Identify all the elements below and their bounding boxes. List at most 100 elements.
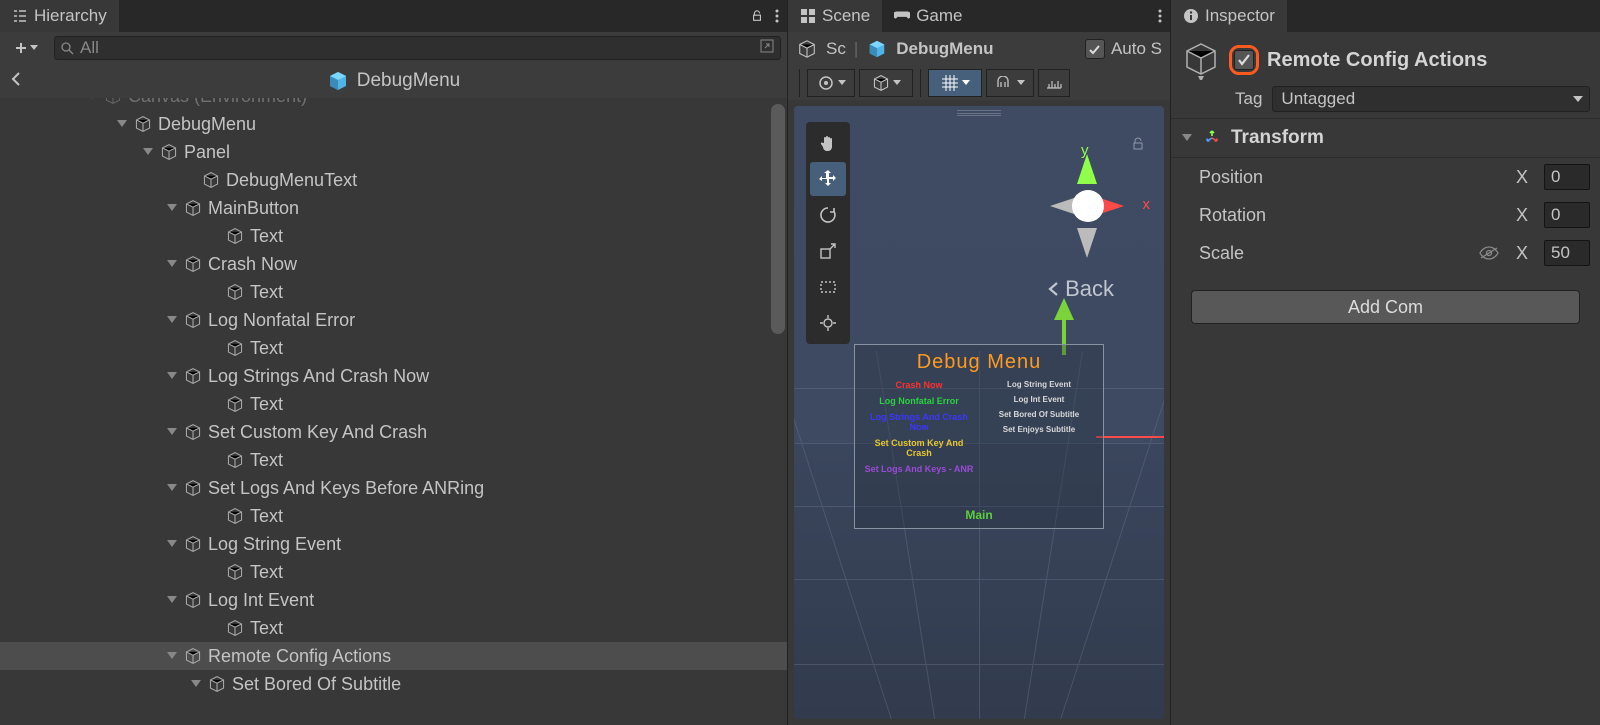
tree-item[interactable]: Text [0,446,787,474]
scene-tab[interactable]: Scene [788,0,882,32]
kebab-icon[interactable] [767,9,787,23]
kebab-icon[interactable] [1150,9,1170,23]
tree-item[interactable]: Text [0,278,787,306]
chevron-down-icon[interactable] [116,120,128,128]
property-label: Position [1199,167,1359,188]
tree-item-label: Canvas (Environment) [128,98,307,107]
drag-handle-icon[interactable] [957,110,1001,116]
link-scale-icon[interactable] [1478,246,1500,260]
hand-tool[interactable] [810,126,846,160]
chevron-down-icon[interactable] [166,428,178,436]
axis-x-label: X [1516,167,1528,188]
tree-item[interactable]: Text [0,502,787,530]
tree-item[interactable]: DebugMenuText [0,166,787,194]
tree-item[interactable]: Text [0,334,787,362]
rotate-tool[interactable] [810,198,846,232]
gameobject-icon [184,423,202,441]
property-x-input[interactable] [1544,240,1590,266]
property-x-input[interactable] [1544,164,1590,190]
inspector-tab[interactable]: Inspector [1171,0,1287,32]
gameobject-icon [184,255,202,273]
orientation-gizmo[interactable]: y x [1024,136,1144,266]
chevron-down-icon[interactable] [166,484,178,492]
chevron-down-icon[interactable] [142,148,154,156]
tree-item[interactable]: Text [0,222,787,250]
tree-item[interactable]: Text [0,390,787,418]
tree-item-label: Set Custom Key And Crash [208,422,427,443]
tree-item[interactable]: Log Int Event [0,586,787,614]
property-x-input[interactable] [1544,202,1590,228]
enabled-checkbox[interactable] [1234,50,1254,70]
tree-item[interactable]: Canvas (Environment) [0,98,787,110]
tree-item[interactable]: Crash Now [0,250,787,278]
scene-path-prefix: Sc [826,39,846,59]
chevron-down-icon [1573,96,1583,103]
chevron-down-icon[interactable] [166,316,178,324]
debug-menu-item: Log String Event [983,380,1095,389]
draw-mode-dropdown[interactable] [807,69,855,97]
tree-item[interactable]: MainButton [0,194,787,222]
breadcrumb-back-icon[interactable] [10,71,22,92]
move-gizmo-x-icon[interactable] [1096,436,1164,438]
grid-toggle-dropdown[interactable] [928,69,982,97]
transform-title: Transform [1231,127,1324,149]
tree-item[interactable]: Log Nonfatal Error [0,306,787,334]
tree-item[interactable]: Panel [0,138,787,166]
hierarchy-tree[interactable]: Canvas (Environment) DebugMenu Panel DebugM… [0,98,787,725]
chevron-down-icon[interactable] [86,98,98,100]
debug-menu-main-button: Main [855,508,1103,522]
tree-item[interactable]: Set Bored Of Subtitle [0,670,787,698]
chevron-down-icon[interactable] [166,652,178,660]
tree-item[interactable]: Log Strings And Crash Now [0,362,787,390]
property-label: Scale [1199,243,1359,264]
scrollbar[interactable] [771,98,785,725]
tag-dropdown[interactable]: Untagged [1272,86,1590,112]
auto-toggle[interactable]: Auto S [1085,39,1162,59]
scale-tool[interactable] [810,234,846,268]
add-component-label: Add Com [1348,297,1423,318]
tag-label: Tag [1235,89,1262,109]
hierarchy-tab[interactable]: Hierarchy [0,0,119,32]
tree-item[interactable]: Set Logs And Keys Before ANRing [0,474,787,502]
game-tab[interactable]: Game [882,0,974,32]
scene-toolbar [788,66,1170,100]
lock-icon[interactable] [747,9,767,23]
render-mode-dropdown[interactable] [859,69,913,97]
chevron-down-icon[interactable] [166,596,178,604]
tree-item[interactable]: Set Custom Key And Crash [0,418,787,446]
tree-item-label: Set Logs And Keys Before ANRing [208,478,484,499]
chevron-down-icon[interactable] [166,260,178,268]
tree-item[interactable]: DebugMenu [0,110,787,138]
move-tool[interactable] [810,162,846,196]
gameobject-icon [184,479,202,497]
scene-viewport[interactable]: y x Back Debug Menu Crash NowLog Nonfata… [794,106,1164,719]
chevron-down-icon[interactable] [166,204,178,212]
search-expand-icon[interactable] [760,38,774,58]
snap-dropdown[interactable] [986,69,1034,97]
gameobject-icon [104,98,122,105]
move-gizmo-y-icon[interactable] [1054,298,1074,320]
create-dropdown[interactable] [6,35,46,61]
tree-item-label: MainButton [208,198,299,219]
snap-increment-button[interactable] [1038,69,1070,97]
gameobject-icon[interactable] [1181,40,1221,80]
chevron-down-icon[interactable] [166,540,178,548]
chevron-down-icon[interactable] [190,680,202,688]
transform-tool[interactable] [810,306,846,340]
tree-item[interactable]: Log String Event [0,530,787,558]
search-icon [61,42,74,55]
search-input[interactable]: All [54,36,781,60]
hierarchy-tab-header: Hierarchy [0,0,787,32]
add-component-button[interactable]: Add Com [1191,290,1580,324]
chevron-down-icon[interactable] [166,372,178,380]
tree-item[interactable]: Text [0,558,787,586]
gameobject-name[interactable]: Remote Config Actions [1267,49,1487,72]
tree-item[interactable]: Remote Config Actions [0,642,787,670]
scrollbar-thumb[interactable] [771,104,785,334]
prefab-icon [327,70,349,92]
rect-tool[interactable] [810,270,846,304]
transform-component-header[interactable]: Transform [1171,119,1600,158]
gameobject-icon [184,591,202,609]
tree-item[interactable]: Text [0,614,787,642]
tree-item-label: Panel [184,142,230,163]
